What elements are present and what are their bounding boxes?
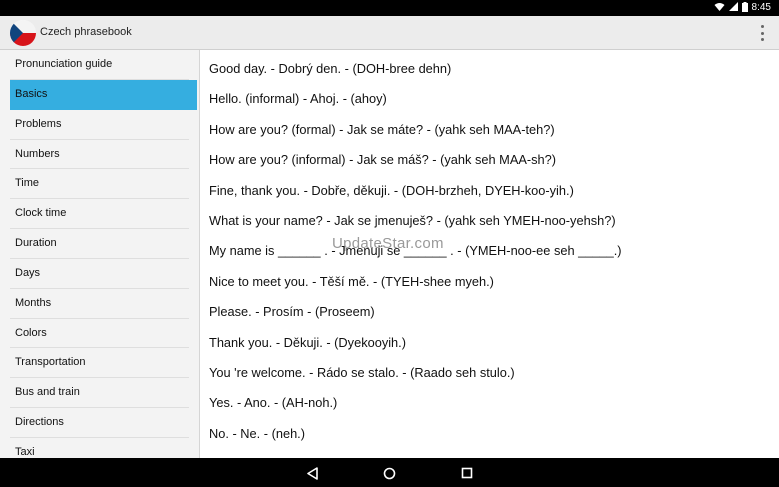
- action-bar: Czech phrasebook: [0, 16, 779, 50]
- wifi-icon: [714, 2, 725, 14]
- sidebar-item-bus-and-train[interactable]: Bus and train: [10, 378, 189, 409]
- clock-time: 8:45: [751, 2, 771, 13]
- sidebar-item-label: Clock time: [15, 207, 67, 220]
- sidebar-item-numbers[interactable]: Numbers: [10, 140, 189, 170]
- phrase-item[interactable]: Nice to meet you. - Těší mě. - (TYEH-she…: [200, 267, 779, 297]
- sidebar-item-label: Time: [15, 177, 40, 190]
- phrase-item[interactable]: Hello. (informal) - Ahoj. - (ahoy): [200, 84, 779, 114]
- sidebar-item-label: Bus and train: [15, 386, 80, 399]
- sidebar-item-label: Basics: [15, 87, 48, 100]
- sidebar-item-clock-time[interactable]: Clock time: [10, 199, 189, 230]
- sidebar-item-label: Colors: [15, 326, 47, 339]
- sidebar-item-time[interactable]: Time: [10, 169, 189, 200]
- sidebar-item-label: Months: [15, 296, 52, 309]
- back-icon[interactable]: [304, 465, 320, 481]
- phrase-list: Good day. - Dobrý den. - (DOH-bree dehn)…: [200, 50, 779, 458]
- status-icons: 8:45: [714, 1, 771, 15]
- battery-icon: [741, 1, 748, 15]
- sidebar-item-problems[interactable]: Problems: [10, 110, 189, 140]
- phrase-item[interactable]: Good day. - Dobrý den. - (DOH-bree dehn): [200, 54, 779, 84]
- sidebar-item-label: Days: [15, 266, 41, 279]
- sidebar-item-label: Pronunciation guide: [15, 58, 113, 70]
- sidebar-item-label: Duration: [15, 237, 57, 250]
- sidebar-item-transportation[interactable]: Transportation: [10, 348, 189, 379]
- sidebar-item-label: Transportation: [15, 356, 86, 369]
- phrase-item[interactable]: You 're welcome. - Rádo se stalo. - (Raa…: [200, 358, 779, 388]
- phrase-item[interactable]: How are you? (informal) - Jak se máš? - …: [200, 145, 779, 175]
- sidebar-item-colors[interactable]: Colors: [10, 319, 189, 349]
- phrase-item[interactable]: No. - Ne. - (neh.): [200, 419, 779, 449]
- signal-icon: [728, 2, 738, 14]
- sidebar-item-days[interactable]: Days: [10, 259, 189, 289]
- sidebar-item-label: Problems: [15, 117, 62, 130]
- sidebar-item-taxi[interactable]: Taxi: [10, 438, 189, 458]
- recents-icon[interactable]: [459, 465, 475, 481]
- category-sidebar: Pronunciation guide Basics Problems Numb…: [0, 50, 200, 458]
- watermark: UpdateStar.com: [332, 235, 444, 252]
- sidebar-item-pronunciation-guide[interactable]: Pronunciation guide: [10, 50, 189, 80]
- phrase-item[interactable]: How are you? (formal) - Jak se máte? - (…: [200, 115, 779, 145]
- phrase-item[interactable]: Thank you. - Děkuji. - (Dyekooyih.): [200, 328, 779, 358]
- phrase-item[interactable]: My name is ______ . - Jmenuji se ______ …: [200, 236, 779, 266]
- sidebar-item-basics[interactable]: Basics: [10, 79, 197, 110]
- status-bar: 8:45: [0, 0, 779, 16]
- app-title: Czech phrasebook: [40, 26, 132, 38]
- overflow-menu-icon[interactable]: [759, 25, 765, 41]
- czech-flag-icon: [10, 20, 36, 46]
- phrase-item[interactable]: What is your name? - Jak se jmenuješ? - …: [200, 206, 779, 236]
- content-area: Pronunciation guide Basics Problems Numb…: [0, 50, 779, 458]
- sidebar-item-months[interactable]: Months: [10, 289, 189, 319]
- phrase-item[interactable]: Yes. - Ano. - (AH-noh.): [200, 388, 779, 418]
- navigation-bar: [0, 458, 779, 487]
- sidebar-item-duration[interactable]: Duration: [10, 229, 189, 259]
- sidebar-item-label: Directions: [15, 416, 64, 429]
- sidebar-item-label: Taxi: [15, 445, 35, 458]
- phrase-item[interactable]: Please. - Prosím - (Proseem): [200, 297, 779, 327]
- home-icon[interactable]: [381, 465, 397, 481]
- phrase-item[interactable]: Fine, thank you. - Dobře, děkuji. - (DOH…: [200, 176, 779, 206]
- sidebar-item-label: Numbers: [15, 147, 60, 160]
- sidebar-item-directions[interactable]: Directions: [10, 408, 189, 438]
